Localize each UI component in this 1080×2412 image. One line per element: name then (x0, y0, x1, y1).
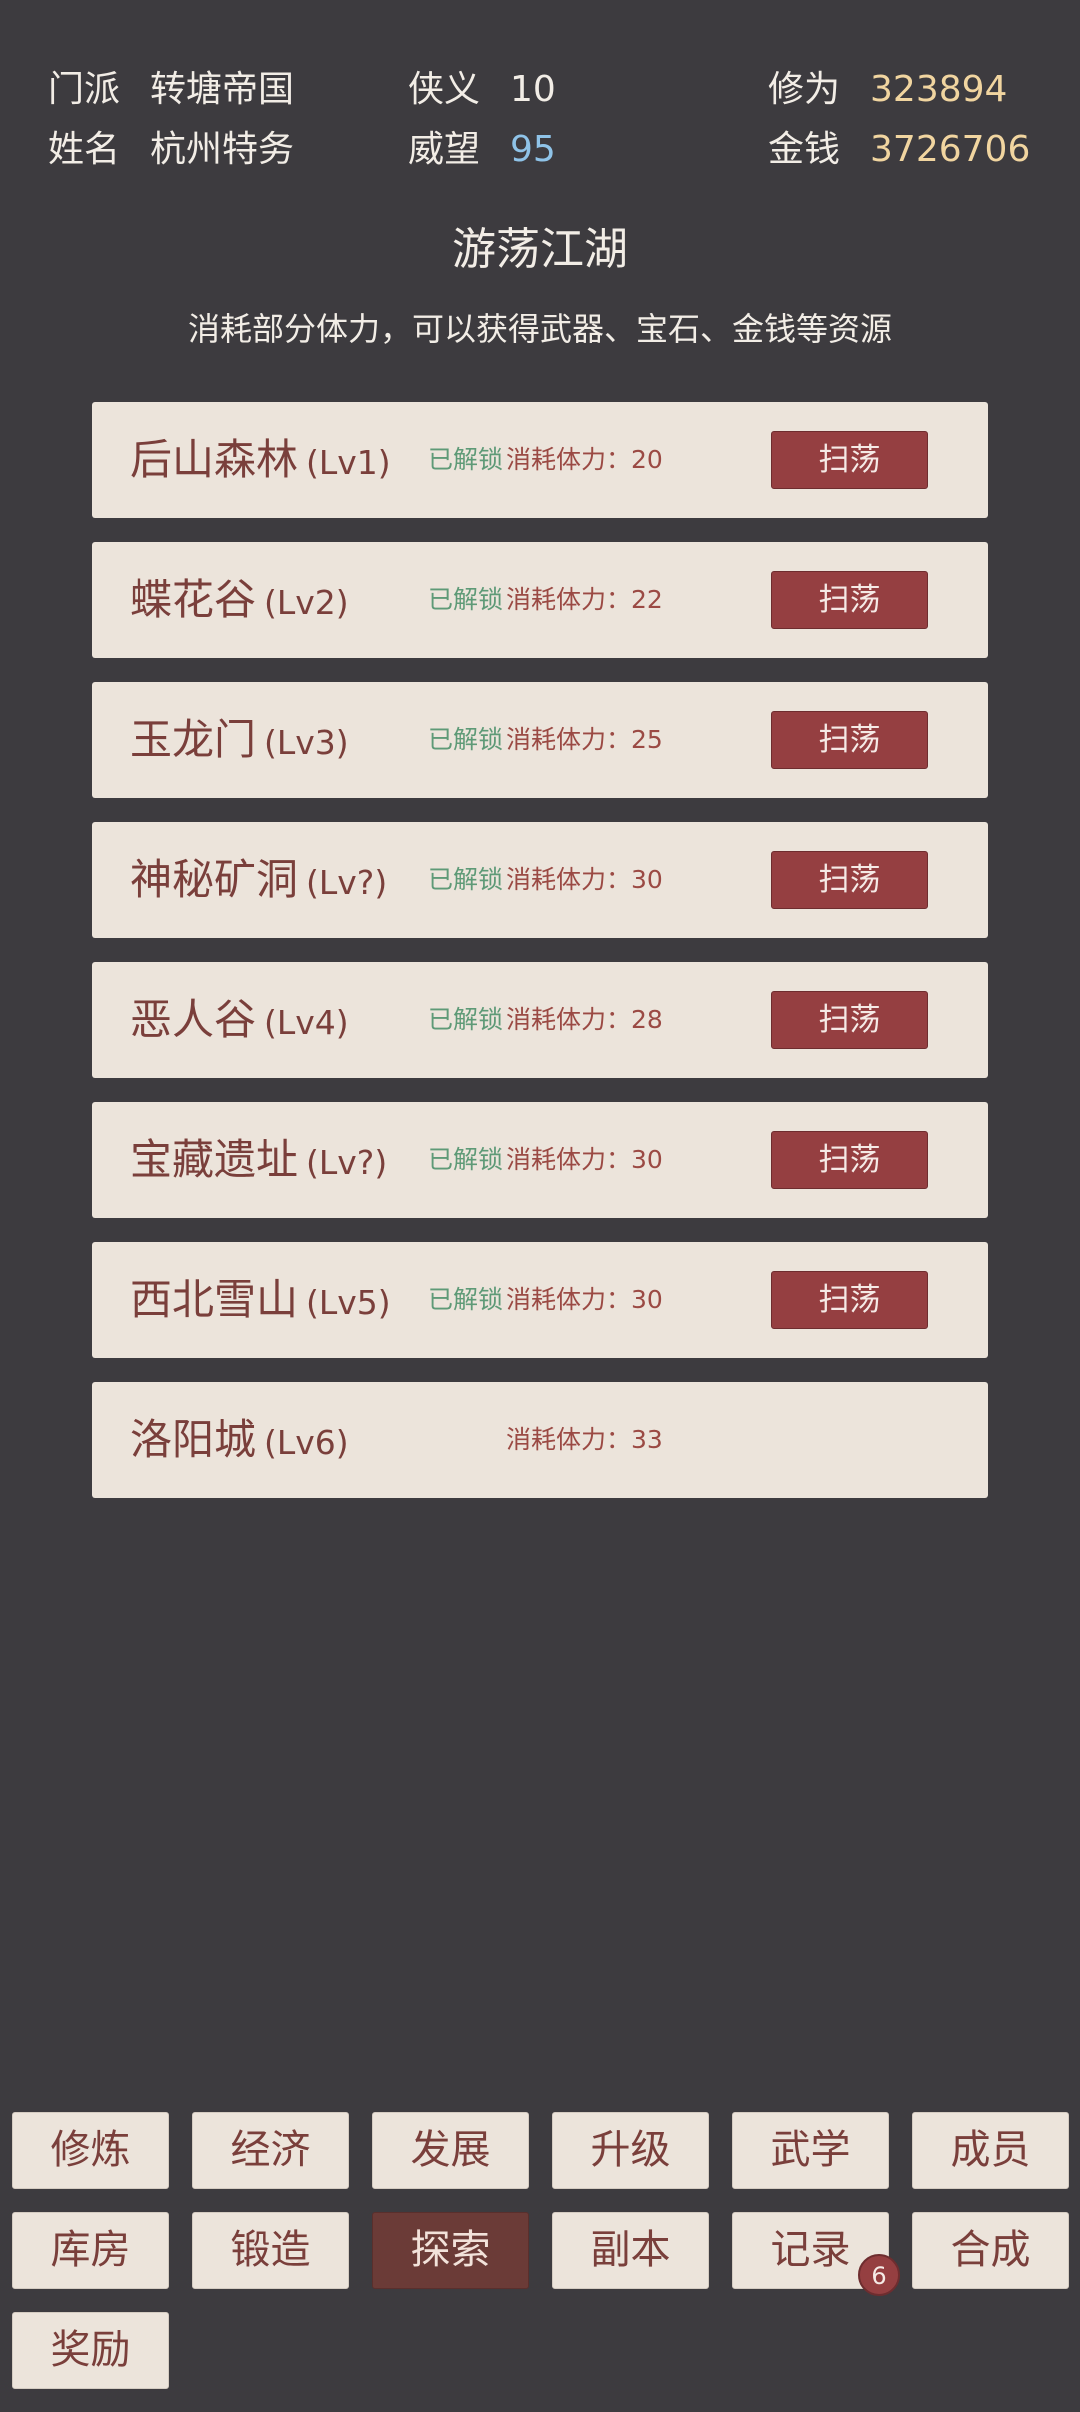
sect-label: 门派 (48, 69, 121, 110)
nav-records-label: 记录 (770, 2227, 851, 2273)
area-name: 恶人谷 (Lv4) (130, 962, 349, 1078)
area-title: 恶人谷 (130, 995, 257, 1044)
nav-synthesize-button[interactable]: 合成 (912, 2212, 1069, 2289)
page-description: 消耗部分体力，可以获得武器、宝石、金钱等资源 (187, 310, 892, 348)
stamina-cost: 消耗体力：30 (506, 1145, 663, 1174)
area-card-snow: 西北雪山 (Lv5) 已解锁 消耗体力：30 扫荡 (92, 1242, 988, 1358)
chivalry-stat: 侠义 10 (408, 68, 556, 112)
name-value: 杭州特务 (150, 129, 295, 170)
area-level: (Lv3) (264, 723, 349, 762)
area-name: 宝藏遗址 (Lv?) (130, 1102, 387, 1218)
sweep-button[interactable]: 扫荡 (771, 991, 928, 1049)
area-name: 蝶花谷 (Lv2) (130, 542, 349, 658)
unlocked-status: 已解锁 (428, 1145, 504, 1174)
stamina-cost: 消耗体力：30 (506, 1285, 663, 1314)
sect-stat: 门派 转塘帝国 (48, 68, 294, 112)
unlocked-status: 已解锁 (428, 725, 504, 754)
cultivation-stat: 修为 323894 (768, 68, 1007, 112)
nav-develop-button[interactable]: 发展 (372, 2112, 529, 2189)
unlocked-status: 已解锁 (428, 1285, 504, 1314)
area-card-mine: 神秘矿洞 (Lv?) 已解锁 消耗体力：30 扫荡 (92, 822, 988, 938)
area-name: 后山森林 (Lv1) (130, 402, 391, 518)
money-label: 金钱 (768, 129, 841, 170)
nav-upgrade-button[interactable]: 升级 (552, 2112, 709, 2189)
nav-records-button[interactable]: 记录 6 (732, 2212, 900, 2296)
area-name: 西北雪山 (Lv5) (130, 1242, 391, 1358)
area-title: 西北雪山 (130, 1275, 299, 1324)
area-title: 洛阳城 (130, 1415, 257, 1464)
money-value: 3726706 (870, 129, 1031, 170)
cultivation-label: 修为 (768, 69, 841, 110)
notification-badge: 6 (858, 2254, 900, 2296)
area-level: (Lv1) (306, 443, 391, 482)
area-card-treasure: 宝藏遗址 (Lv?) 已解锁 消耗体力：30 扫荡 (92, 1102, 988, 1218)
stamina-cost: 消耗体力：33 (506, 1425, 663, 1454)
money-stat: 金钱 3726706 (768, 128, 1030, 172)
nav-explore-button[interactable]: 探索 (372, 2212, 529, 2289)
sweep-button[interactable]: 扫荡 (771, 571, 928, 629)
sweep-button[interactable]: 扫荡 (771, 1271, 928, 1329)
area-title: 神秘矿洞 (130, 855, 299, 904)
unlocked-status: 已解锁 (428, 1005, 504, 1034)
area-level: (Lv5) (306, 1283, 391, 1322)
sweep-button[interactable]: 扫荡 (771, 1131, 928, 1189)
sweep-button[interactable]: 扫荡 (771, 851, 928, 909)
sweep-button[interactable]: 扫荡 (771, 431, 928, 489)
prestige-stat: 威望 95 (408, 128, 556, 172)
nav-dungeon-button[interactable]: 副本 (552, 2212, 709, 2289)
area-name: 洛阳城 (Lv6) (130, 1382, 349, 1498)
unlocked-status: 已解锁 (428, 445, 504, 474)
area-name: 玉龙门 (Lv3) (130, 682, 349, 798)
prestige-value: 95 (510, 129, 556, 170)
stamina-cost: 消耗体力：22 (506, 585, 663, 614)
sweep-button[interactable]: 扫荡 (771, 711, 928, 769)
area-list: 后山森林 (Lv1) 已解锁 消耗体力：20 扫荡 蝶花谷 (Lv2) 已解锁 消耗… (92, 402, 988, 1522)
area-card-diehua: 蝶花谷 (Lv2) 已解锁 消耗体力：22 扫荡 (92, 542, 988, 658)
area-title: 后山森林 (130, 435, 299, 484)
stamina-cost: 消耗体力：25 (506, 725, 663, 754)
area-card-yulong: 玉龙门 (Lv3) 已解锁 消耗体力：25 扫荡 (92, 682, 988, 798)
area-card-luoyang: 洛阳城 (Lv6) 消耗体力：33 (92, 1382, 988, 1498)
prestige-label: 威望 (408, 129, 481, 170)
nav-martial-button[interactable]: 武学 (732, 2112, 889, 2189)
nav-members-button[interactable]: 成员 (912, 2112, 1069, 2189)
player-stats: 门派 转塘帝国 姓名 杭州特务 侠义 10 威望 95 修为 323894 金钱 37267… (0, 0, 1080, 190)
unlocked-status: 已解锁 (428, 585, 504, 614)
chivalry-label: 侠义 (408, 69, 481, 110)
cultivation-value: 323894 (870, 69, 1008, 110)
nav-storehouse-button[interactable]: 库房 (12, 2212, 169, 2289)
area-title: 宝藏遗址 (130, 1135, 299, 1184)
stamina-cost: 消耗体力：30 (506, 865, 663, 894)
area-title: 蝶花谷 (130, 575, 257, 624)
name-stat: 姓名 杭州特务 (48, 128, 294, 172)
area-name: 神秘矿洞 (Lv?) (130, 822, 387, 938)
nav-economy-button[interactable]: 经济 (192, 2112, 349, 2189)
sect-value: 转塘帝国 (150, 69, 295, 110)
nav-cultivate-button[interactable]: 修炼 (12, 2112, 169, 2189)
area-level: (Lv4) (264, 1003, 349, 1042)
area-card-eren: 恶人谷 (Lv4) 已解锁 消耗体力：28 扫荡 (92, 962, 988, 1078)
area-title: 玉龙门 (130, 715, 257, 764)
nav-forge-button[interactable]: 锻造 (192, 2212, 349, 2289)
chivalry-value: 10 (510, 69, 556, 110)
name-label: 姓名 (48, 129, 121, 170)
nav-rewards-button[interactable]: 奖励 (12, 2312, 169, 2389)
page-title: 游荡江湖 (452, 224, 628, 275)
unlocked-status: 已解锁 (428, 865, 504, 894)
area-level: (Lv?) (306, 863, 388, 902)
area-level: (Lv6) (264, 1423, 349, 1462)
stamina-cost: 消耗体力：28 (506, 1005, 663, 1034)
area-card-houshan: 后山森林 (Lv1) 已解锁 消耗体力：20 扫荡 (92, 402, 988, 518)
area-level: (Lv?) (306, 1143, 388, 1182)
stamina-cost: 消耗体力：20 (506, 445, 663, 474)
area-level: (Lv2) (264, 583, 349, 622)
